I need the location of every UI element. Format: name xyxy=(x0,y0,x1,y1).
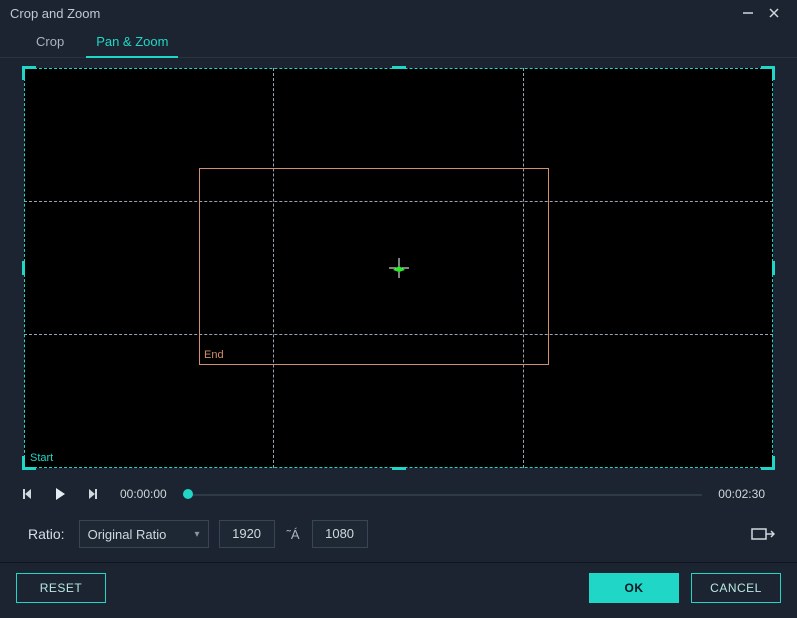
play-icon xyxy=(52,486,68,502)
ratio-select[interactable]: Original Ratio ▾ xyxy=(79,520,209,548)
preview-area[interactable]: Start End xyxy=(24,68,773,468)
video-preview xyxy=(24,68,773,468)
chevron-down-icon: ▾ xyxy=(195,529,200,540)
play-button[interactable] xyxy=(48,482,72,506)
seek-track[interactable] xyxy=(183,486,703,502)
ratio-label: Ratio: xyxy=(20,526,69,542)
minimize-button[interactable] xyxy=(735,0,761,26)
tab-crop[interactable]: Crop xyxy=(20,28,80,57)
titlebar: Crop and Zoom xyxy=(0,0,797,26)
grid-line xyxy=(523,68,524,468)
ok-button[interactable]: OK xyxy=(589,573,679,603)
prev-frame-button[interactable] xyxy=(16,482,40,506)
seek-line xyxy=(183,494,703,496)
total-time: 00:02:30 xyxy=(710,487,773,501)
reset-button[interactable]: RESET xyxy=(16,573,106,603)
current-time: 00:00:00 xyxy=(112,487,175,501)
next-frame-icon xyxy=(85,487,99,501)
frame-border xyxy=(772,68,773,468)
grid-line xyxy=(24,201,773,202)
tab-pan-zoom[interactable]: Pan & Zoom xyxy=(80,28,184,57)
dimension-separator: ˜Á xyxy=(285,527,302,542)
close-icon xyxy=(768,7,780,19)
grid-line xyxy=(24,334,773,335)
ratio-controls: Ratio: Original Ratio ▾ 1920 ˜Á 1080 xyxy=(0,512,797,562)
width-input[interactable]: 1920 xyxy=(219,520,275,548)
frame-border xyxy=(24,68,25,468)
ratio-selected: Original Ratio xyxy=(88,527,167,542)
footer-bar: RESET OK CANCEL xyxy=(0,562,797,613)
minimize-icon xyxy=(742,7,754,19)
seek-knob[interactable] xyxy=(183,489,193,499)
cancel-button[interactable]: CANCEL xyxy=(691,573,781,603)
window-title: Crop and Zoom xyxy=(10,6,100,21)
close-button[interactable] xyxy=(761,0,787,26)
swap-frames-button[interactable] xyxy=(749,524,777,544)
frame-border xyxy=(24,68,773,69)
prev-frame-icon xyxy=(21,487,35,501)
frame-border xyxy=(24,467,773,468)
player-bar: 00:00:00 00:02:30 xyxy=(0,476,797,512)
next-frame-button[interactable] xyxy=(80,482,104,506)
height-input[interactable]: 1080 xyxy=(312,520,368,548)
grid-line xyxy=(273,68,274,468)
tab-bar: Crop Pan & Zoom xyxy=(0,26,797,58)
swap-icon xyxy=(751,526,775,542)
